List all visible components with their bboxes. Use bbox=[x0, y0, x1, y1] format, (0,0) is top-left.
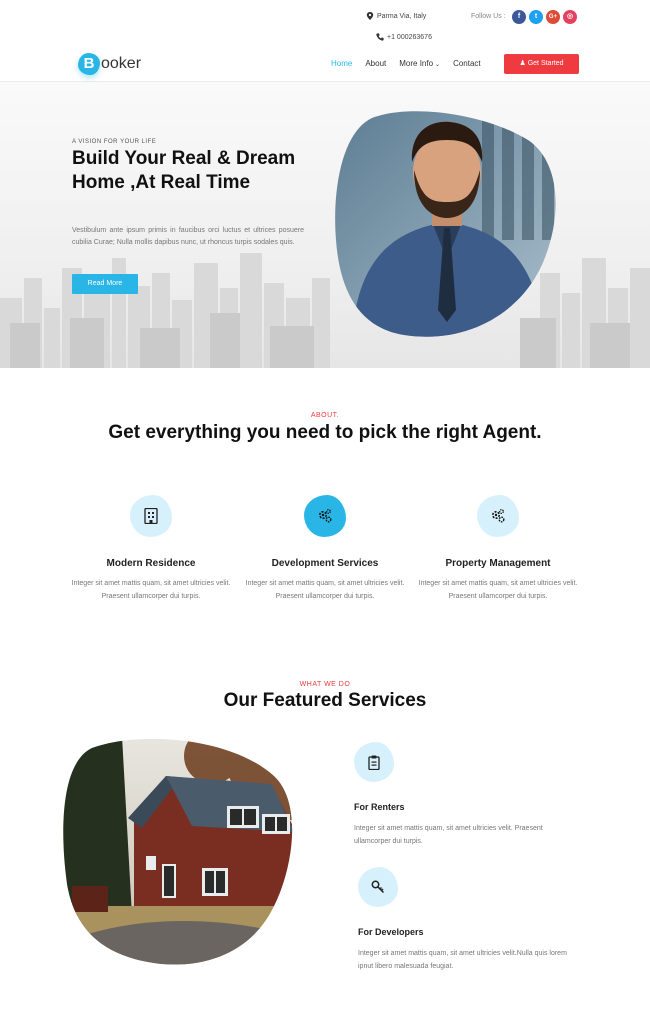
hero-text: Vestibulum ante ipsum primis in faucibus… bbox=[72, 227, 304, 246]
map-pin-icon bbox=[366, 12, 374, 20]
clipboard-icon bbox=[354, 742, 394, 782]
top-bar: Parma Via, Italy +1 000263676 Follow Us … bbox=[0, 0, 650, 48]
facebook-icon[interactable]: f bbox=[512, 10, 526, 24]
building-icon bbox=[130, 495, 172, 537]
gears-icon bbox=[477, 495, 519, 537]
about-title: Get everything you need to pick the righ… bbox=[108, 422, 542, 443]
follow-label: Follow Us : bbox=[471, 13, 506, 20]
logo[interactable]: B ooker bbox=[78, 51, 141, 77]
nav-item-home[interactable]: Home bbox=[331, 59, 352, 68]
twitter-icon[interactable]: t bbox=[529, 10, 543, 24]
service-title: For Developers bbox=[358, 927, 424, 937]
service-for-renters: For Renters Integer sit amet mattis quam… bbox=[354, 742, 574, 848]
nav-item-about[interactable]: About bbox=[365, 59, 386, 68]
nav-menu: Home About More Info ⌄ Contact bbox=[331, 59, 494, 68]
services-title: Our Featured Services bbox=[223, 690, 427, 711]
services-eyebrow: WHAT WE DO bbox=[299, 681, 351, 688]
nav-item-more-info-label: More Info bbox=[399, 59, 434, 68]
feature-text: Integer sit amet mattis quam, sit amet u… bbox=[418, 580, 578, 600]
logo-mark: B bbox=[78, 53, 100, 75]
feature-development-services: Development Services Integer sit amet ma… bbox=[235, 495, 415, 603]
nav-item-contact[interactable]: Contact bbox=[453, 59, 481, 68]
hero-title: Build Your Real & Dream Home ,At Real Ti… bbox=[72, 148, 296, 193]
phone: +1 000263676 bbox=[376, 33, 432, 41]
logo-text: ooker bbox=[101, 55, 142, 72]
service-text: Integer sit amet mattis quam, sit amet u… bbox=[358, 950, 567, 970]
feature-text: Integer sit amet mattis quam, sit amet u… bbox=[245, 580, 405, 600]
gears-icon bbox=[304, 495, 346, 537]
about-eyebrow: ABOUT. bbox=[310, 412, 340, 419]
hero-eyebrow: A VISION FOR YOUR LIFE bbox=[72, 139, 157, 145]
get-started-label: Get Started bbox=[527, 60, 564, 67]
chevron-down-icon: ⌄ bbox=[435, 62, 441, 68]
address-text: Parma Via, Italy bbox=[377, 12, 427, 20]
feature-modern-residence: Modern Residence Integer sit amet mattis… bbox=[61, 495, 241, 603]
service-for-developers: For Developers Integer sit amet mattis q… bbox=[358, 867, 578, 973]
key-icon bbox=[358, 867, 398, 907]
feature-property-management: Property Management Integer sit amet mat… bbox=[408, 495, 588, 603]
service-text: Integer sit amet mattis quam, sit amet u… bbox=[354, 825, 543, 845]
social-links: f t G+ ◎ bbox=[512, 10, 577, 24]
address: Parma Via, Italy bbox=[366, 12, 426, 20]
main-nav: B ooker Home About More Info ⌄ Contact ♟ … bbox=[0, 48, 650, 82]
service-title: For Renters bbox=[354, 802, 405, 812]
get-started-button[interactable]: ♟ Get Started bbox=[504, 54, 579, 74]
instagram-icon[interactable]: ◎ bbox=[563, 10, 577, 24]
nav-item-more-info[interactable]: More Info ⌄ bbox=[399, 59, 440, 68]
agent-portrait-image bbox=[335, 111, 556, 337]
feature-title: Modern Residence bbox=[106, 558, 196, 569]
feature-title: Property Management bbox=[445, 558, 551, 569]
house-image bbox=[63, 738, 293, 965]
user-icon: ♟ bbox=[519, 60, 526, 67]
feature-title: Development Services bbox=[271, 558, 379, 569]
phone-text: +1 000263676 bbox=[387, 33, 432, 41]
feature-text: Integer sit amet mattis quam, sit amet u… bbox=[71, 580, 231, 600]
read-more-button[interactable]: Read More bbox=[72, 274, 138, 294]
phone-icon bbox=[376, 33, 384, 41]
google-plus-icon[interactable]: G+ bbox=[546, 10, 560, 24]
